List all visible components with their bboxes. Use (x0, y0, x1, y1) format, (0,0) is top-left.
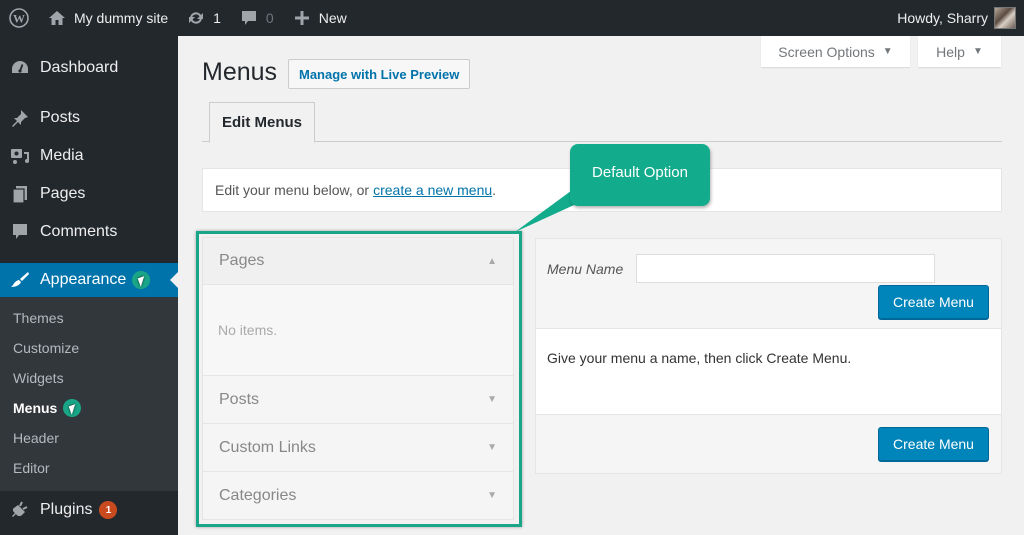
caret-up-icon: ▲ (487, 255, 497, 267)
menu-name-label: Menu Name (547, 261, 624, 277)
menu-instructions: Give your menu a name, then click Create… (547, 350, 852, 366)
admin-sidebar: Dashboard Posts Media Pages Comments App… (0, 36, 178, 535)
plus-icon (292, 8, 312, 28)
svg-text:W: W (13, 12, 25, 26)
manage-live-preview-button[interactable]: Manage with Live Preview (288, 59, 471, 89)
pages-icon (10, 184, 30, 204)
admin-bar: W My dummy site 1 0 New Howdy, Sharry (0, 0, 1024, 36)
screen-options-button[interactable]: Screen Options ▼ (761, 36, 910, 67)
greeting: Howdy, Sharry (897, 10, 988, 26)
help-button[interactable]: Help ▼ (918, 36, 1001, 67)
sidebar-item-appearance[interactable]: Appearance (0, 263, 178, 297)
accordion-header-pages[interactable]: Pages ▲ (203, 238, 513, 285)
submenu-item-themes[interactable]: Themes (0, 303, 178, 333)
create-menu-button[interactable]: Create Menu (878, 285, 989, 319)
updates-icon (186, 8, 206, 28)
default-option-callout: Default Option (570, 144, 710, 206)
sidebar-item-posts[interactable]: Posts (0, 99, 178, 137)
submenu-item-widgets[interactable]: Widgets (0, 363, 178, 393)
plugins-update-badge: 1 (99, 501, 118, 519)
comments-count: 0 (265, 10, 274, 26)
pin-icon (10, 108, 30, 128)
caret-down-icon: ▼ (487, 442, 497, 453)
submenu-label: Menus (13, 400, 58, 416)
sidebar-item-pages[interactable]: Pages (0, 175, 178, 213)
tab-edit-menus[interactable]: Edit Menus (209, 102, 316, 143)
sidebar-label: Dashboard (40, 59, 119, 76)
wordpress-logo-icon: W (9, 8, 29, 28)
accordion-title: Pages (219, 252, 265, 269)
caret-down-icon: ▼ (487, 490, 497, 501)
plugin-icon (10, 500, 30, 520)
menu-panel-footer: Create Menu (536, 414, 1001, 473)
updates-count: 1 (213, 10, 221, 26)
accordion-section-custom-links: Custom Links ▼ (202, 424, 514, 472)
accordion-section-pages: Pages ▲ No items. (202, 237, 514, 376)
accordion-title: Categories (219, 486, 297, 504)
caret-down-icon: ▼ (972, 46, 983, 57)
home-icon (47, 8, 67, 28)
accordion-title: Custom Links (219, 438, 316, 456)
menu-name-input[interactable] (636, 254, 935, 283)
comments-link[interactable]: 0 (230, 0, 283, 36)
cursor-icon (69, 404, 79, 415)
wordpress-logo-button[interactable]: W (0, 0, 38, 36)
nav-tabs: Edit Menus (202, 102, 1002, 143)
add-menu-items-accordion: Pages ▲ No items. Posts ▼ Custom Links ▼… (202, 237, 514, 520)
my-account-link[interactable]: Howdy, Sharry (888, 0, 1024, 36)
create-new-menu-link[interactable]: create a new menu (373, 182, 492, 198)
paintbrush-icon (10, 270, 30, 290)
sidebar-label: Appearance (40, 271, 127, 288)
page-title: Menus (202, 58, 278, 86)
sidebar-item-comments[interactable]: Comments (0, 213, 178, 251)
sidebar-label: Plugins (40, 501, 93, 518)
submenu-item-customize[interactable]: Customize (0, 333, 178, 363)
new-label: New (318, 10, 347, 26)
accordion-body-pages: No items. (203, 285, 513, 375)
accordion-header-posts[interactable]: Posts ▼ (203, 376, 513, 423)
site-name-link[interactable]: My dummy site (38, 0, 177, 36)
submenu-item-editor[interactable]: Editor (0, 453, 178, 483)
accordion-header-categories[interactable]: Categories ▼ (203, 472, 513, 519)
menu-edit-panel: Menu Name Create Menu Give your menu a n… (535, 238, 1002, 474)
notice-period: . (492, 182, 497, 198)
cursor-icon (137, 276, 148, 287)
caret-down-icon: ▼ (487, 394, 497, 405)
appearance-submenu: Themes Customize Widgets Menus Header Ed… (0, 297, 178, 491)
sidebar-item-dashboard[interactable]: Dashboard (0, 49, 178, 87)
notice-text: Edit your menu below, or (215, 182, 370, 198)
sidebar-item-plugins[interactable]: Plugins 1 (0, 491, 178, 529)
accordion-title: Posts (219, 390, 260, 408)
click-indicator (132, 271, 151, 289)
sidebar-label: Posts (40, 109, 81, 126)
screen-options-label: Screen Options (778, 43, 875, 60)
submenu-item-menus[interactable]: Menus (0, 393, 178, 423)
avatar (994, 7, 1016, 29)
comment-icon (10, 222, 30, 242)
sidebar-label: Media (40, 147, 84, 164)
menu-panel-header: Menu Name Create Menu (536, 239, 1001, 329)
media-icon (10, 146, 30, 166)
help-label: Help (936, 43, 965, 60)
click-indicator (63, 399, 82, 417)
sidebar-item-media[interactable]: Media (0, 137, 178, 175)
site-name: My dummy site (74, 10, 169, 26)
accordion-section-posts: Posts ▼ (202, 376, 514, 424)
sidebar-label: Pages (40, 185, 86, 202)
create-menu-button-bottom[interactable]: Create Menu (878, 427, 989, 461)
sidebar-label: Comments (40, 223, 118, 240)
new-content-link[interactable]: New (283, 0, 356, 36)
updates-link[interactable]: 1 (177, 0, 230, 36)
accordion-header-custom-links[interactable]: Custom Links ▼ (203, 424, 513, 471)
accordion-section-categories: Categories ▼ (202, 472, 514, 520)
dashboard-icon (10, 58, 30, 78)
caret-down-icon: ▼ (882, 46, 893, 57)
submenu-item-header[interactable]: Header (0, 423, 178, 453)
comment-icon (239, 8, 259, 28)
